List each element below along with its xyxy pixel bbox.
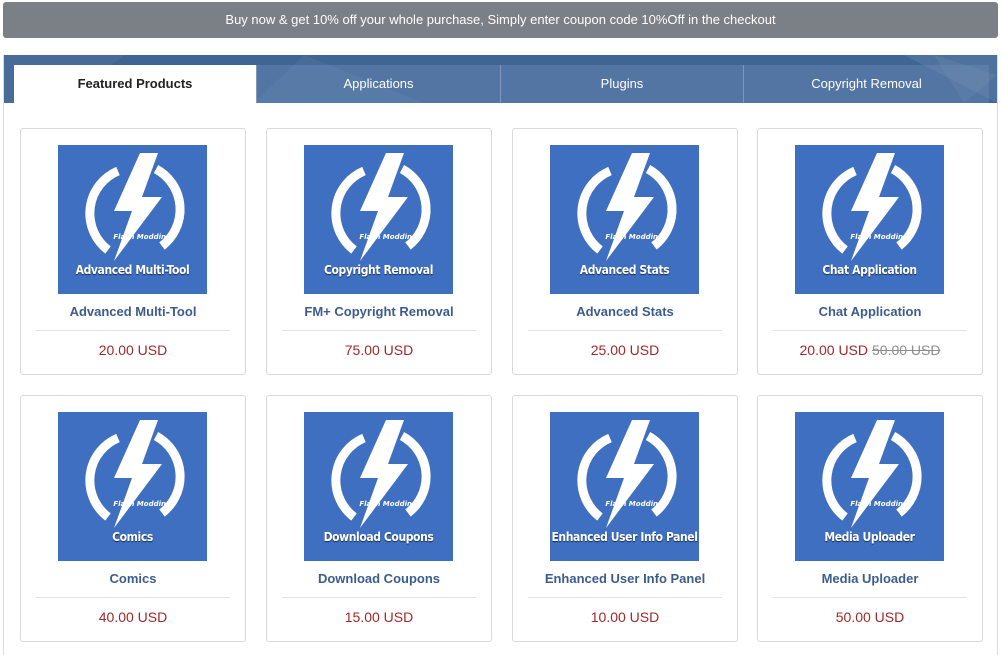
product-image[interactable]: Flash Modding Comics [58, 412, 207, 561]
product-card[interactable]: Flash Modding Enhanced User Info Panel E… [512, 395, 738, 642]
promo-banner: Buy now & get 10% off your whole purchas… [3, 2, 998, 38]
brand-label: Flash Modding [850, 233, 908, 241]
divider [282, 597, 476, 598]
price-current: 25.00 USD [590, 342, 660, 358]
image-caption: Download Coupons [323, 530, 434, 544]
product-price: 25.00 USD [513, 342, 737, 358]
product-card[interactable]: Flash Modding Media Uploader Media Uploa… [757, 395, 983, 642]
image-caption: Chat Application [822, 263, 917, 277]
image-caption: Comics [112, 530, 153, 544]
brand-label: Flash Modding [359, 233, 417, 241]
divider [36, 597, 230, 598]
brand-label: Flash Modding [605, 500, 663, 508]
divider [528, 330, 722, 331]
product-card[interactable]: Flash Modding Advanced Multi-Tool Advanc… [20, 128, 246, 375]
image-caption: Media Uploader [824, 530, 915, 544]
image-caption: Advanced Multi-Tool [75, 263, 190, 277]
price-current: 50.00 USD [835, 609, 905, 625]
product-title[interactable]: Advanced Stats [513, 304, 737, 319]
tab-plugins[interactable]: Plugins [500, 65, 743, 103]
tab-copyright-removal[interactable]: Copyright Removal [743, 65, 989, 103]
image-caption: Copyright Removal [324, 263, 433, 277]
product-price: 20.00 USD [21, 342, 245, 358]
product-title[interactable]: FM+ Copyright Removal [267, 304, 491, 319]
product-card[interactable]: Flash Modding Copyright Removal FM+ Copy… [266, 128, 492, 375]
brand-label: Flash Modding [113, 233, 171, 241]
price-current: 20.00 USD [799, 342, 868, 358]
product-image[interactable]: Flash Modding Copyright Removal [304, 145, 453, 294]
product-price: 50.00 USD [758, 609, 982, 625]
product-image[interactable]: Flash Modding Chat Application [795, 145, 944, 294]
price-current: 20.00 USD [98, 342, 168, 358]
image-caption: Enhanced User Info Panel [551, 530, 698, 544]
products-panel: Featured Products Applications Plugins C… [3, 55, 998, 655]
product-price: 15.00 USD [267, 609, 491, 625]
product-card[interactable]: Flash Modding Comics Comics 40.00 USD [20, 395, 246, 642]
brand-label: Flash Modding [113, 500, 171, 508]
product-price: 10.00 USD [513, 609, 737, 625]
tab-bar: Featured Products Applications Plugins C… [4, 55, 997, 103]
divider [36, 330, 230, 331]
product-card[interactable]: Flash Modding Download Coupons Download … [266, 395, 492, 642]
product-image[interactable]: Flash Modding Advanced Multi-Tool [58, 145, 207, 294]
product-image[interactable]: Flash Modding Advanced Stats [550, 145, 699, 294]
product-title[interactable]: Enhanced User Info Panel [513, 571, 737, 586]
divider [282, 330, 476, 331]
product-title[interactable]: Comics [21, 571, 245, 586]
price-current: 40.00 USD [98, 609, 168, 625]
product-title[interactable]: Download Coupons [267, 571, 491, 586]
divider [528, 597, 722, 598]
brand-label: Flash Modding [359, 500, 417, 508]
product-card[interactable]: Flash Modding Advanced Stats Advanced St… [512, 128, 738, 375]
product-title[interactable]: Media Uploader [758, 571, 982, 586]
brand-label: Flash Modding [605, 233, 663, 241]
product-title[interactable]: Chat Application [758, 304, 982, 319]
price-current: 10.00 USD [590, 609, 660, 625]
tab-applications[interactable]: Applications [256, 65, 500, 103]
product-image[interactable]: Flash Modding Download Coupons [304, 412, 453, 561]
product-price: 20.00 USD 50.00 USD [758, 342, 982, 358]
product-card[interactable]: Flash Modding Chat Application Chat Appl… [757, 128, 983, 375]
divider [773, 330, 967, 331]
product-image[interactable]: Flash Modding Enhanced User Info Panel [550, 412, 699, 561]
product-image[interactable]: Flash Modding Media Uploader [795, 412, 944, 561]
product-price: 40.00 USD [21, 609, 245, 625]
divider [773, 597, 967, 598]
price-current: 75.00 USD [344, 342, 414, 358]
tab-featured-products[interactable]: Featured Products [14, 65, 256, 103]
image-caption: Advanced Stats [579, 263, 670, 277]
product-price: 75.00 USD [267, 342, 491, 358]
brand-label: Flash Modding [850, 500, 908, 508]
product-title[interactable]: Advanced Multi-Tool [21, 304, 245, 319]
price-original: 50.00 USD [872, 342, 941, 358]
price-current: 15.00 USD [344, 609, 414, 625]
